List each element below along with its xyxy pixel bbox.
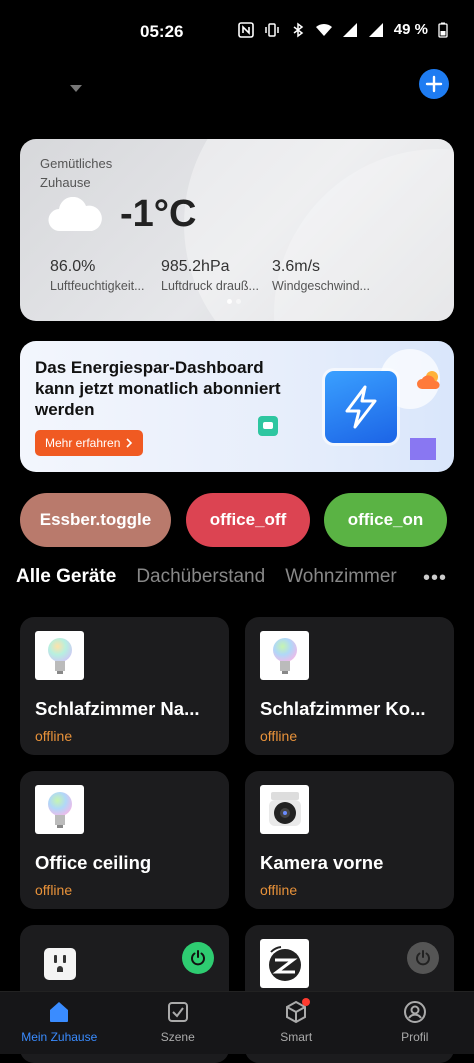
cloud-icon: [48, 197, 102, 238]
bulb-icon: [35, 785, 84, 834]
device-name: Schlafzimmer Ko...: [260, 698, 445, 720]
status-bar: 05:26 49 %: [0, 0, 474, 64]
profile-icon: [403, 1000, 427, 1024]
bluetooth-icon: [290, 22, 306, 38]
notification-badge: [302, 998, 310, 1006]
plus-icon: [425, 75, 443, 93]
weather-card[interactable]: Gemütliches Zuhause -1°C 86.0% Luftfeuch…: [20, 139, 454, 321]
battery-level: 49 %: [394, 21, 428, 38]
bottom-navigation: Mein Zuhause Szene Smart Profil: [0, 991, 474, 1054]
lightning-icon: [325, 371, 397, 443]
nav-profil[interactable]: Profil: [356, 992, 474, 1054]
vibrate-icon: [264, 22, 280, 38]
battery-icon: [438, 22, 454, 38]
power-toggle-button[interactable]: [182, 942, 214, 974]
wind-stat: 3.6m/s Windgeschwind...: [272, 258, 382, 293]
device-status: offline: [260, 728, 297, 744]
device-status: offline: [260, 882, 297, 898]
signal-2-icon: [368, 22, 384, 38]
power-icon: [414, 949, 432, 967]
device-name: Office ceiling: [35, 852, 220, 874]
power-toggle-button[interactable]: [407, 942, 439, 974]
device-status: offline: [35, 728, 72, 744]
nfc-icon: [238, 22, 254, 38]
learn-more-button[interactable]: Mehr erfahren: [35, 430, 143, 456]
camera-icon: [260, 785, 309, 834]
device-card[interactable]: Schlafzimmer Na... offline: [20, 617, 229, 755]
scene-button-office-on[interactable]: office_on: [324, 493, 447, 547]
checkbox-icon: [166, 1000, 190, 1024]
home-name: Gemütliches Zuhause: [40, 154, 150, 192]
pressure-stat: 985.2hPa Luftdruck drauß...: [161, 258, 271, 293]
tab-dachueberstand[interactable]: Dachüberstand: [136, 566, 265, 588]
power-icon: [189, 949, 207, 967]
temperature: -1°C: [120, 193, 196, 236]
humidity-stat: 86.0% Luftfeuchtigkeit...: [50, 258, 160, 293]
cube-decoration: [410, 438, 436, 460]
device-name: Schlafzimmer Na...: [35, 698, 220, 720]
nav-smart[interactable]: Smart: [237, 992, 356, 1054]
bulb-icon: [260, 631, 309, 680]
more-icon[interactable]: •••: [423, 567, 447, 590]
promo-banner[interactable]: Das Energiespar-Dashboard kann jetzt mon…: [20, 341, 454, 472]
chevron-down-icon[interactable]: [70, 80, 82, 88]
device-status: offline: [35, 882, 72, 898]
wifi-icon: [316, 22, 332, 38]
scene-button-office-off[interactable]: office_off: [186, 493, 310, 547]
clock: 05:26: [140, 22, 183, 42]
device-card[interactable]: Office ceiling offline: [20, 771, 229, 909]
chevron-right-icon: [126, 438, 133, 448]
tab-wohnzimmer[interactable]: Wohnzimmer: [285, 566, 397, 588]
device-card[interactable]: Schlafzimmer Ko... offline: [245, 617, 454, 755]
nav-mein-zuhause[interactable]: Mein Zuhause: [0, 992, 119, 1054]
tab-alle-geraete[interactable]: Alle Geräte: [16, 566, 116, 588]
room-tabs: Alle Geräte Dachüberstand Wohnzimmer: [0, 560, 418, 596]
cloud-sun-icon: [416, 369, 442, 396]
device-card[interactable]: Kamera vorne offline: [245, 771, 454, 909]
scene-button-essber-toggle[interactable]: Essber.toggle: [20, 493, 171, 547]
chat-icon: [258, 416, 278, 436]
signal-icon: [342, 22, 358, 38]
home-icon: [47, 1000, 71, 1024]
bulb-icon: [35, 631, 84, 680]
zigbee-hub-icon: [260, 939, 309, 988]
add-device-button[interactable]: [419, 69, 449, 99]
device-name: Kamera vorne: [260, 852, 445, 874]
promo-text: Das Energiespar-Dashboard kann jetzt mon…: [35, 357, 305, 420]
page-indicator: [227, 299, 241, 304]
socket-icon: [35, 939, 84, 988]
nav-szene[interactable]: Szene: [119, 992, 238, 1054]
